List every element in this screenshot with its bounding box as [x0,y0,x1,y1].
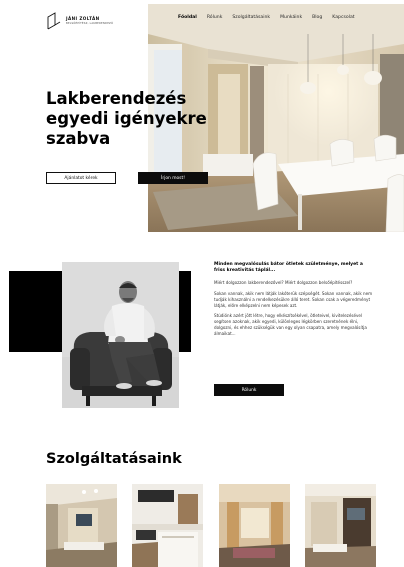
services-title: Szolgáltatásaink [46,451,182,467]
about-paragraph: Stúdiónk azért jött létre, hogy elkészít… [214,313,367,337]
nav-item-munkaink[interactable]: Munkáink [280,15,302,20]
main-nav: Főoldal Rólunk Szolgáltatásaink Munkáink… [178,15,355,20]
about-text-block: Minden megvalósulás bátor ötletek szület… [214,262,374,337]
brand-logo[interactable]: JÁNI ZOLTÁN BELSŐÉPÍTÉSZ, LAKBERENDEZŐ [46,11,113,31]
logo-mark-icon [47,12,61,30]
nav-item-blog[interactable]: Blog [312,15,322,20]
nav-item-rolunk[interactable]: Rólunk [207,15,223,20]
about-lead: Minden megvalósulás bátor ötletek szület… [214,262,363,274]
nav-item-szolgaltatasaink[interactable]: Szolgáltatásaink [232,15,270,20]
nav-item-kapcsolat[interactable]: Kapcsolat [332,15,354,20]
service-card-image[interactable] [46,484,117,567]
brand-tagline: BELSŐÉPÍTÉSZ, LAKBERENDEZŐ [66,22,114,25]
service-card-image[interactable] [132,484,203,567]
service-card-image[interactable] [305,484,376,567]
about-paragraph: Sokan vannak, akik nem látják lakóterük … [214,290,373,308]
about-paragraph: Miért dolgozzon lakberendezővel? Miért d… [214,279,353,285]
write-now-button[interactable]: Írjon most! [138,172,208,184]
hero-title: Lakberendezés egyedi igényekre szabva [46,89,207,148]
service-card-image[interactable] [219,484,290,567]
designer-portrait [62,262,179,408]
about-us-button[interactable]: Rólunk [214,384,284,396]
nav-item-fooldal[interactable]: Főoldal [178,15,197,20]
request-quote-button[interactable]: Ajánlatot kérek [46,172,116,184]
